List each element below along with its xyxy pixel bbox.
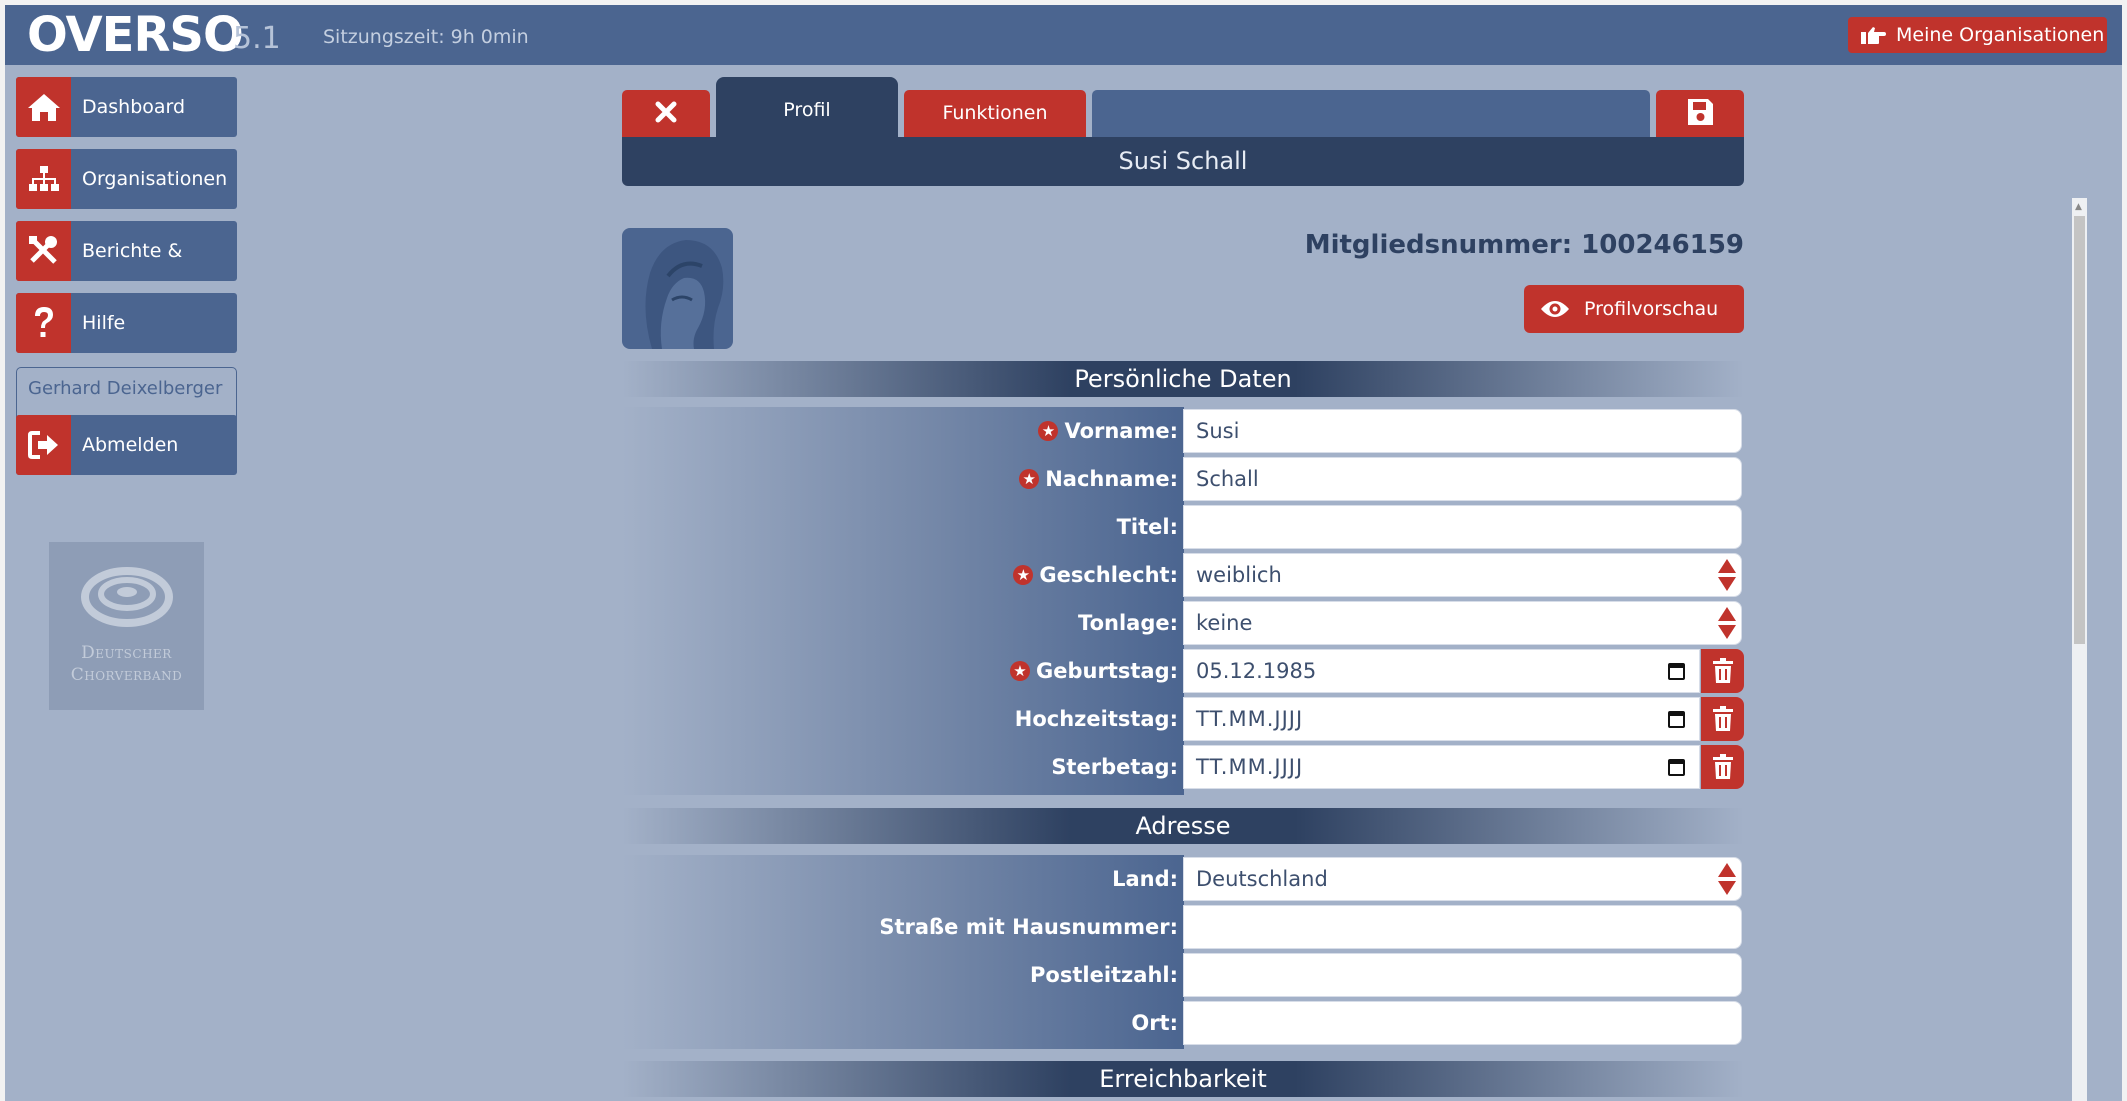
profile-avatar[interactable]	[622, 228, 733, 349]
titel-input[interactable]	[1183, 505, 1742, 549]
geburtstag-date-input[interactable]: 05.12.1985	[1183, 649, 1700, 693]
plz-input[interactable]	[1183, 953, 1742, 997]
form-row-geschlecht: ★ Geschlecht: weiblich	[622, 551, 1744, 599]
form-row-land: Land: Deutschland	[622, 855, 1744, 903]
calendar-icon[interactable]	[1668, 758, 1685, 776]
clear-hochzeitstag-button[interactable]	[1701, 697, 1744, 741]
question-icon	[16, 293, 71, 353]
clear-sterbetag-button[interactable]	[1701, 745, 1744, 789]
select-arrows-icon	[1718, 607, 1736, 639]
save-icon	[1686, 97, 1714, 131]
user-name: Gerhard Deixelberger	[28, 378, 223, 399]
section-personal-data: Persönliche Daten	[622, 361, 1744, 397]
form-row-hochzeitstag: Hochzeitstag: TT.MM.JJJJ	[622, 695, 1744, 743]
vorname-label: Vorname:	[1064, 419, 1178, 443]
form-row-vorname: ★ Vorname: Susi	[622, 407, 1744, 455]
top-bar: OVERSO 5.1 Sitzungszeit: 9h 0min Meine O…	[5, 5, 2122, 65]
form-row-plz: Postleitzahl:	[622, 951, 1744, 999]
my-organizations-label: Meine Organisationen	[1896, 24, 2105, 46]
calendar-icon[interactable]	[1668, 710, 1685, 728]
app-logo[interactable]: OVERSO	[27, 7, 244, 63]
trash-icon	[1712, 706, 1733, 731]
strasse-input[interactable]	[1183, 905, 1742, 949]
sidebar-item-label: Berichte & mehr	[82, 240, 183, 262]
tonlage-select[interactable]: keine	[1183, 601, 1742, 645]
form-row-sterbetag: Sterbetag: TT.MM.JJJJ	[622, 743, 1744, 791]
section-address: Adresse	[622, 808, 1744, 844]
clear-geburtstag-button[interactable]	[1701, 649, 1744, 693]
person-name-header: Susi Schall	[622, 137, 1744, 186]
form-row-ort: Ort:	[622, 999, 1744, 1047]
profile-preview-label: Profilvorschau	[1584, 298, 1719, 320]
required-star-icon: ★	[1010, 661, 1030, 681]
sidebar-item-label: Organisationen	[82, 168, 228, 190]
address-form: Land: Deutschland Straße mit Hausnummer:…	[622, 855, 1744, 1049]
geschlecht-label: Geschlecht:	[1039, 563, 1178, 587]
session-timer: Sitzungszeit: 9h 0min	[323, 26, 529, 48]
calendar-icon[interactable]	[1668, 662, 1685, 680]
form-row-geburtstag: ★ Geburtstag: 05.12.1985	[622, 647, 1744, 695]
titel-label: Titel:	[1116, 515, 1178, 539]
sterbetag-date-input[interactable]: TT.MM.JJJJ	[1183, 745, 1700, 789]
form-row-titel: Titel:	[622, 503, 1744, 551]
hochzeitstag-label: Hochzeitstag:	[1014, 707, 1178, 731]
sidebar-item-dashboard[interactable]: Dashboard	[16, 77, 237, 137]
tonlage-label: Tonlage:	[1078, 611, 1178, 635]
profile-preview-button[interactable]: Profilvorschau	[1524, 285, 1744, 333]
logout-button[interactable]: Abmelden	[16, 415, 237, 475]
partner-logo-line2: Chorverband	[70, 665, 183, 685]
select-arrows-icon	[1718, 559, 1736, 591]
sidebar-item-berichte[interactable]: Berichte & mehr	[16, 221, 237, 281]
select-arrows-icon	[1718, 863, 1736, 895]
tab-funktionen[interactable]: Funktionen	[904, 90, 1086, 137]
vorname-input[interactable]: Susi	[1183, 409, 1742, 453]
my-organizations-button[interactable]: Meine Organisationen	[1848, 17, 2107, 53]
hochzeitstag-date-input[interactable]: TT.MM.JJJJ	[1183, 697, 1700, 741]
page-scrollbar[interactable]: ▲	[2072, 198, 2087, 1101]
tab-bar-spacer	[1092, 90, 1650, 137]
sign-out-icon	[16, 415, 71, 475]
land-select[interactable]: Deutschland	[1183, 857, 1742, 901]
nachname-label: Nachname:	[1045, 467, 1178, 491]
sidebar-item-label: Hilfe	[82, 312, 126, 334]
ort-input[interactable]	[1183, 1001, 1742, 1045]
home-icon	[16, 77, 71, 137]
save-button[interactable]	[1656, 90, 1744, 137]
logout-label: Abmelden	[82, 434, 179, 456]
trash-icon	[1712, 658, 1733, 683]
close-button[interactable]	[622, 90, 710, 137]
section-contact: Erreichbarkeit	[622, 1061, 1744, 1097]
scroll-up-arrow-icon[interactable]: ▲	[2075, 202, 2082, 212]
personal-data-form: ★ Vorname: Susi ★ Nachname: Schall Titel: …	[622, 407, 1744, 795]
required-star-icon: ★	[1013, 565, 1034, 585]
app-version: 5.1	[233, 21, 281, 56]
geschlecht-select[interactable]: weiblich	[1183, 553, 1742, 597]
geburtstag-label: Geburtstag:	[1036, 659, 1178, 683]
tab-profil[interactable]: Profil	[716, 77, 898, 137]
form-row-tonlage: Tonlage: keine	[622, 599, 1744, 647]
partner-logo: Deutscher Chorverband	[49, 542, 204, 710]
strasse-label: Straße mit Hausnummer:	[879, 915, 1178, 939]
required-star-icon: ★	[1019, 469, 1040, 489]
close-icon	[655, 101, 677, 127]
sidebar-item-label: Dashboard	[82, 96, 186, 118]
tools-icon	[16, 221, 71, 281]
scrollbar-thumb[interactable]	[2074, 216, 2085, 644]
member-number: Mitgliedsnummer: 100246159	[1304, 230, 1744, 260]
ort-label: Ort:	[1131, 1011, 1178, 1035]
pointing-hand-icon	[1856, 24, 1890, 46]
required-star-icon: ★	[1038, 421, 1059, 441]
sidebar-item-hilfe[interactable]: Hilfe	[16, 293, 237, 353]
sidebar-item-organisationen[interactable]: Organisationen	[16, 149, 237, 209]
sitemap-icon	[16, 149, 71, 209]
partner-logo-line1: Deutscher	[81, 643, 172, 663]
land-label: Land:	[1112, 867, 1178, 891]
eye-icon	[1540, 298, 1570, 320]
form-row-nachname: ★ Nachname: Schall	[622, 455, 1744, 503]
sterbetag-label: Sterbetag:	[1051, 755, 1178, 779]
nachname-input[interactable]: Schall	[1183, 457, 1742, 501]
form-row-strasse: Straße mit Hausnummer:	[622, 903, 1744, 951]
trash-icon	[1712, 754, 1733, 779]
plz-label: Postleitzahl:	[1030, 963, 1178, 987]
